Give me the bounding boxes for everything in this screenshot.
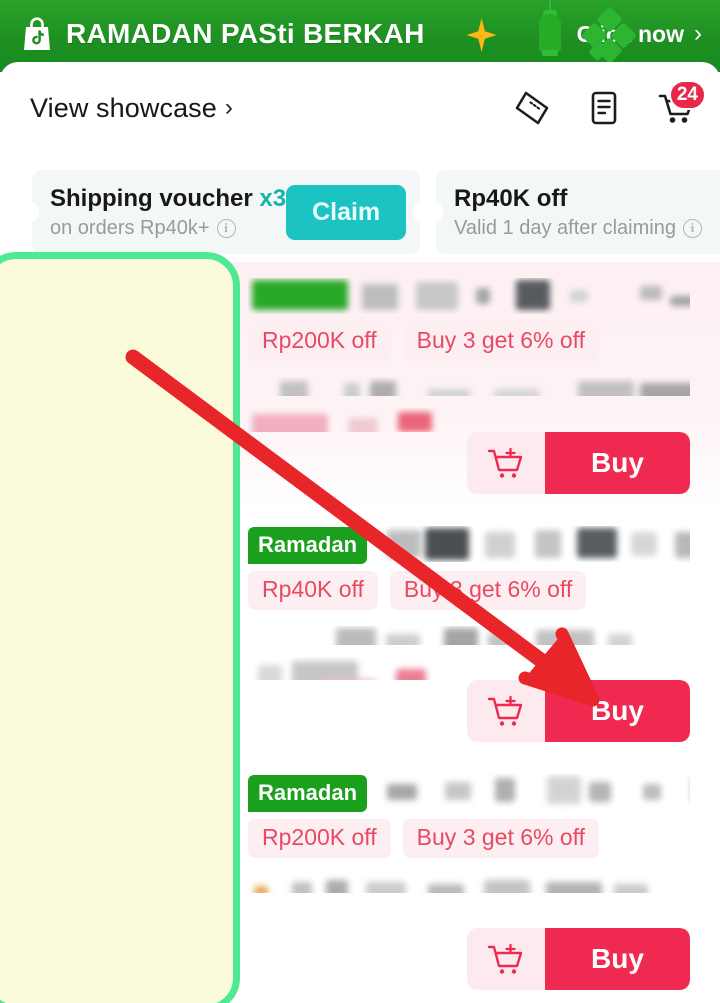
product-title-line: Ramadan (248, 774, 690, 812)
info-icon[interactable]: i (682, 218, 702, 238)
product-thumbnail[interactable] (18, 528, 230, 740)
voucher-card-shipping[interactable]: Shipping voucher x3 on orders Rp40k+ i C… (25, 170, 427, 254)
add-to-cart-icon[interactable] (467, 928, 545, 990)
buy-button[interactable]: Buy (545, 928, 690, 990)
buy-button-group: Buy (467, 680, 690, 742)
ramadan-badge: Ramadan (248, 527, 368, 564)
product-list: Rp200K off Buy 3 get 6% off Buy Ramadan … (0, 262, 720, 1003)
view-showcase-label: View showcase (30, 92, 217, 123)
product-tag: Buy 3 get 6% off (402, 322, 600, 361)
product-tag: Rp200K off (248, 819, 391, 858)
product-title-redacted (248, 278, 690, 314)
voucher-multiplier: x3 (259, 184, 287, 212)
page-header: View showcase › 24 (0, 68, 720, 148)
add-to-cart-icon[interactable] (467, 432, 545, 494)
voucher-subtitle: Valid 1 day after claiming (454, 216, 676, 239)
banner-decorations (425, 0, 637, 68)
order-list-icon[interactable] (582, 86, 626, 130)
product-tag: Rp40K off (248, 571, 378, 610)
tiktok-shop-bag-icon (20, 16, 54, 52)
product-title-line: Ramadan (248, 526, 690, 564)
product-price-redacted (248, 905, 478, 928)
product-row[interactable]: Ramadan Rp200K off Buy 3 get 6% off Buy (0, 758, 720, 1003)
product-tag: Buy 3 get 6% off (389, 571, 587, 610)
product-action-row: Buy (248, 432, 690, 494)
product-meta-redacted (248, 626, 690, 645)
product-price-redacted (248, 657, 478, 680)
buy-button-group: Buy (467, 432, 690, 494)
header-icon-group: 24 (510, 80, 706, 130)
product-title-line (248, 278, 690, 314)
product-thumbnail[interactable] (18, 280, 230, 492)
product-row[interactable]: Ramadan Rp40K off Buy 3 get 6% off Buy (0, 510, 720, 758)
voucher-card-rp40k[interactable]: Rp40K off Valid 1 day after claiming i (429, 170, 720, 254)
lantern-icon (538, 0, 561, 62)
ketupat-icon (580, 6, 637, 64)
voucher-subtitle-row: on orders Rp40k+ i (50, 217, 286, 240)
claim-button[interactable]: Claim (286, 184, 407, 240)
product-price-redacted (248, 408, 478, 432)
product-title-redacted (375, 774, 690, 810)
product-tag-row: Rp40K off Buy 3 get 6% off (248, 571, 690, 610)
buy-button[interactable]: Buy (545, 680, 690, 742)
product-action-row: Buy (248, 928, 690, 990)
cart-count-badge: 24 (668, 80, 706, 110)
product-thumbnail[interactable] (18, 776, 230, 988)
product-meta-redacted (248, 377, 690, 397)
chevron-right-icon: › (694, 20, 702, 47)
app-root: RAMADAN PASti BERKAH Click now › View sh… (0, 0, 720, 1003)
add-to-cart-icon[interactable] (467, 680, 545, 742)
banner-title: RAMADAN PASti BERKAH (66, 18, 425, 49)
product-title-redacted (375, 526, 690, 562)
voucher-title: Rp40K off (454, 184, 568, 212)
ramadan-badge: Ramadan (248, 775, 368, 812)
voucher-ticket-icon[interactable] (510, 86, 554, 130)
info-icon[interactable]: i (216, 218, 236, 238)
star-icon (466, 18, 497, 52)
buy-button-group: Buy (467, 928, 690, 990)
product-action-row: Buy (248, 680, 690, 742)
product-row[interactable]: Rp200K off Buy 3 get 6% off Buy (0, 262, 720, 510)
voucher-strip: Shipping voucher x3 on orders Rp40k+ i C… (0, 170, 720, 258)
product-tag: Buy 3 get 6% off (402, 819, 600, 858)
view-showcase-link[interactable]: View showcase › (30, 93, 233, 124)
cart-icon[interactable]: 24 (654, 80, 706, 130)
product-tag-row: Rp200K off Buy 3 get 6% off (248, 819, 690, 858)
voucher-subtitle-row: Valid 1 day after claiming i (454, 217, 702, 240)
product-tag: Rp200K off (248, 322, 391, 361)
product-tag-row: Rp200K off Buy 3 get 6% off (248, 322, 690, 361)
voucher-subtitle: on orders Rp40k+ (50, 216, 210, 239)
voucher-title: Shipping voucher x3 (50, 184, 287, 212)
product-meta-redacted (248, 874, 690, 893)
chevron-right-icon: › (224, 94, 233, 121)
buy-button[interactable]: Buy (545, 432, 690, 494)
